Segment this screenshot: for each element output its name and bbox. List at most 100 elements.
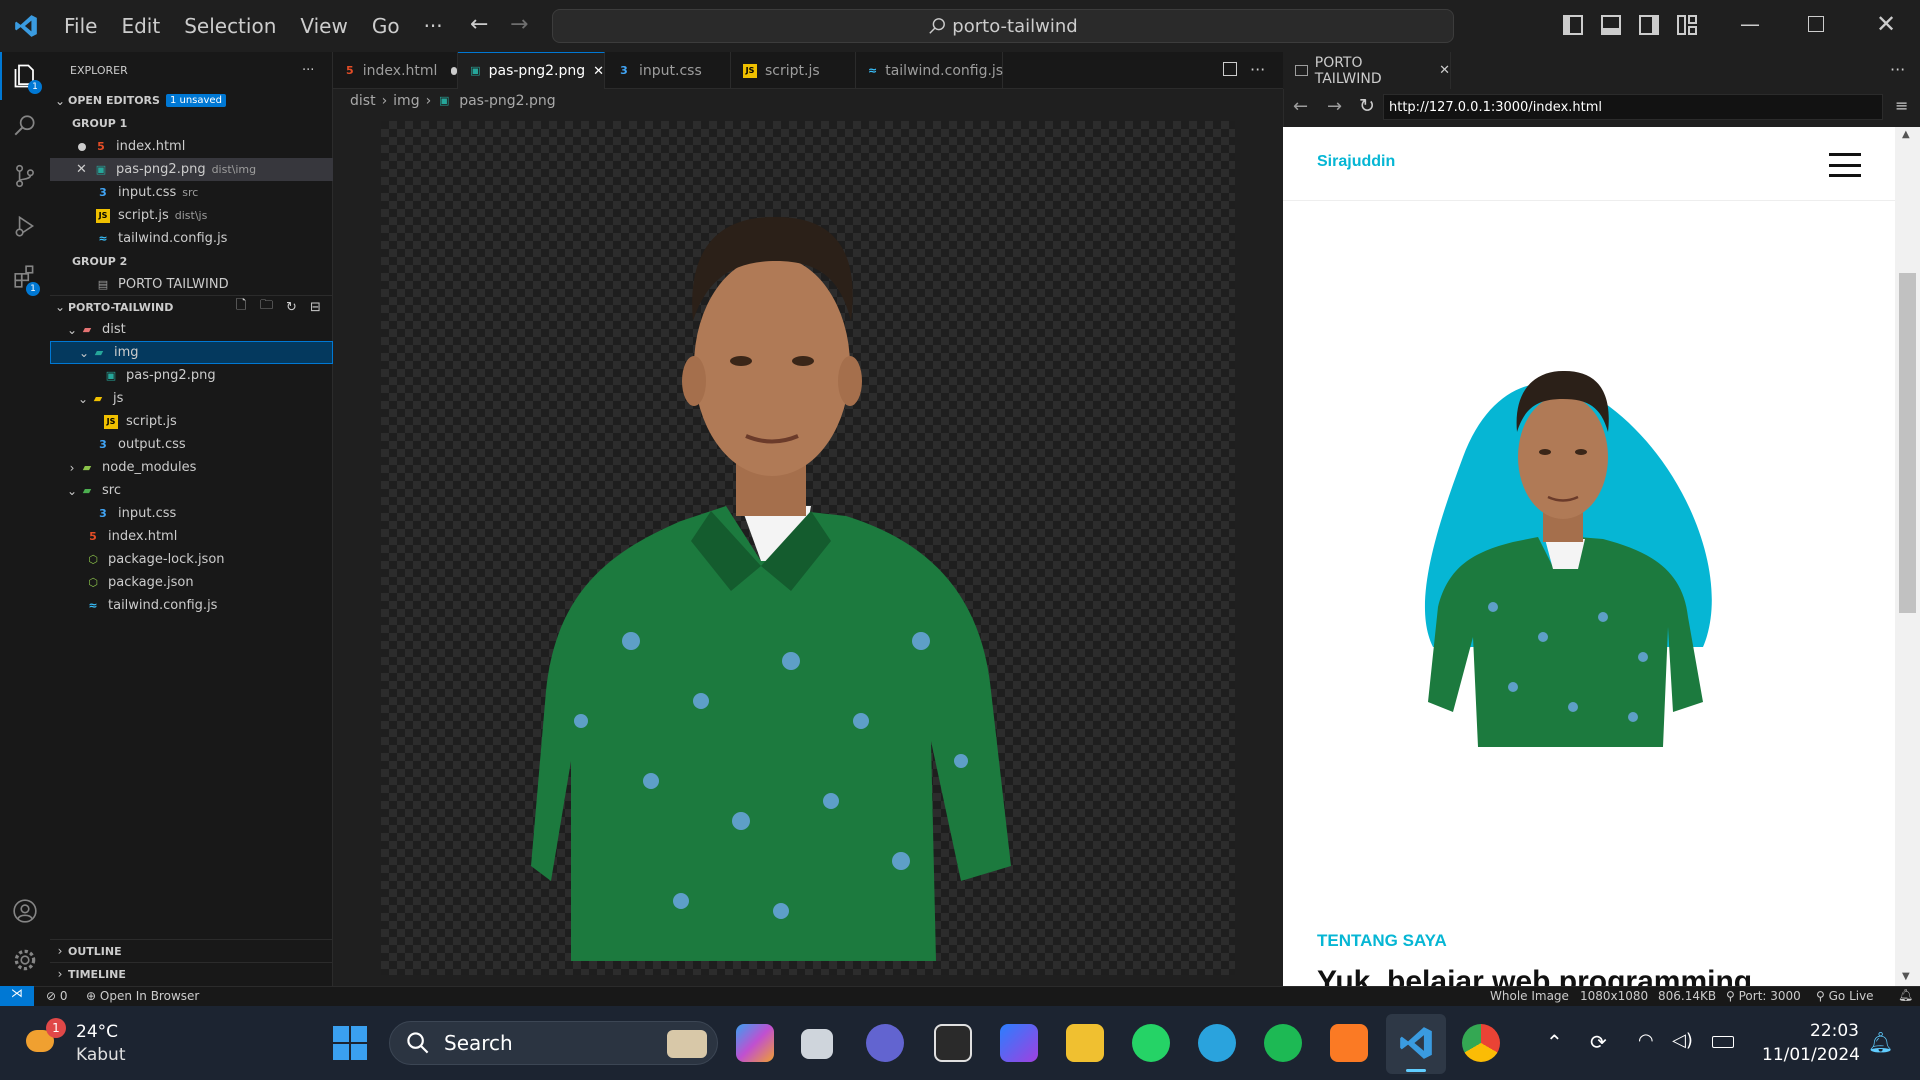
tree-img[interactable]: ⌄ ▰ img: [50, 341, 333, 364]
battery-icon[interactable]: [1712, 1036, 1734, 1048]
file-explorer-icon[interactable]: [1066, 1024, 1104, 1062]
explorer-icon[interactable]: 1: [0, 52, 50, 100]
live-server-port[interactable]: ⚲ Port: 3000: [1726, 989, 1801, 1003]
customize-layout-icon[interactable]: [1677, 15, 1697, 35]
tree-src[interactable]: ⌄ ▰ src: [50, 479, 333, 502]
sync-icon[interactable]: ⟳: [1590, 1030, 1607, 1054]
run-debug-icon[interactable]: [0, 202, 50, 250]
split-editor-icon[interactable]: [1223, 62, 1237, 76]
remote-icon[interactable]: ⋊: [0, 986, 34, 1007]
open-editor-index-html[interactable]: 5 index.html: [50, 135, 333, 158]
tray-overflow-icon[interactable]: ⌃: [1546, 1030, 1563, 1054]
tab-index-html[interactable]: 5 index.html: [333, 52, 458, 89]
open-editor-pas-png2[interactable]: ✕ ▣ pas-png2.png dist\img: [50, 158, 333, 181]
tab-script-js[interactable]: JS script.js: [731, 52, 856, 89]
tree-dist[interactable]: ⌄ ▰ dist: [50, 318, 333, 341]
wifi-icon[interactable]: ◠: [1638, 1030, 1654, 1051]
scroll-thumb[interactable]: [1899, 273, 1916, 613]
tree-pas-png2[interactable]: ▣ pas-png2.png: [50, 364, 333, 387]
search-view-icon[interactable]: [0, 102, 50, 150]
taskbar-search[interactable]: Search: [389, 1021, 718, 1065]
minimize-button[interactable]: —: [1740, 12, 1760, 36]
tab-pas-png2[interactable]: ▣ pas-png2.png ✕: [458, 52, 605, 89]
preview-back-icon[interactable]: ←: [1293, 96, 1308, 117]
clock-time[interactable]: 22:03: [1810, 1021, 1859, 1041]
explorer-more-icon[interactable]: ···: [302, 63, 314, 78]
extensions-icon[interactable]: 1: [0, 252, 50, 300]
tab-input-css[interactable]: 3 input.css: [605, 52, 731, 89]
open-editor-script-js[interactable]: JS script.js dist\js: [50, 204, 333, 227]
tree-js[interactable]: ⌄ ▰ js: [50, 387, 333, 410]
menu-edit[interactable]: Edit: [109, 0, 172, 52]
tree-output-css[interactable]: 3 output.css: [50, 433, 333, 456]
accounts-icon[interactable]: [0, 887, 50, 935]
chrome-icon[interactable]: [1462, 1024, 1500, 1062]
preview-forward-icon[interactable]: →: [1327, 96, 1342, 117]
copilot-icon[interactable]: [736, 1024, 774, 1062]
back-arrow-icon[interactable]: ←: [470, 12, 488, 37]
notification-bell-icon[interactable]: 🔔︎: [1868, 1030, 1893, 1054]
menu-file[interactable]: File: [52, 0, 109, 52]
tree-package-lock[interactable]: ⬡ package-lock.json: [50, 548, 333, 571]
breadcrumb-img[interactable]: img: [393, 93, 419, 109]
tab-tailwind-config[interactable]: ≈ tailwind.config.js: [856, 52, 1003, 89]
timeline-header[interactable]: › TIMELINE: [50, 962, 333, 985]
teams-icon[interactable]: [866, 1024, 904, 1062]
close-tab-icon[interactable]: ✕: [593, 64, 604, 79]
close-window-button[interactable]: ✕: [1876, 10, 1896, 38]
outline-header[interactable]: › OUTLINE: [50, 939, 333, 962]
unity-icon[interactable]: [934, 1024, 972, 1062]
menu-more[interactable]: ···: [412, 0, 455, 52]
brand-link[interactable]: Sirajuddin: [1317, 153, 1395, 171]
tree-index-html[interactable]: 5 index.html: [50, 525, 333, 548]
task-view-icon[interactable]: [801, 1029, 833, 1059]
vscode-taskbar-button[interactable]: [1386, 1014, 1446, 1074]
open-editor-porto-tailwind[interactable]: ▤ PORTO TAILWIND: [50, 273, 333, 296]
menu-selection[interactable]: Selection: [172, 0, 288, 52]
open-editor-input-css[interactable]: 3 input.css src: [50, 181, 333, 204]
new-file-icon[interactable]: 🗋: [236, 296, 246, 318]
spotify-icon[interactable]: [1264, 1024, 1302, 1062]
restore-button[interactable]: [1808, 16, 1824, 32]
tree-package-json[interactable]: ⬡ package.json: [50, 571, 333, 594]
collapse-all-icon[interactable]: ⊟: [310, 300, 321, 315]
settings-gear-icon[interactable]: [0, 936, 50, 984]
toggle-panel-icon[interactable]: [1601, 15, 1621, 35]
tree-node-modules[interactable]: › ▰ node_modules: [50, 456, 333, 479]
go-live-button[interactable]: ⚲ Go Live: [1816, 989, 1874, 1003]
tree-input-css[interactable]: 3 input.css: [50, 502, 333, 525]
start-button[interactable]: [333, 1026, 367, 1060]
forward-arrow-icon[interactable]: →: [510, 12, 528, 37]
command-center[interactable]: porto-tailwind: [552, 9, 1454, 43]
hamburger-menu-icon[interactable]: [1829, 153, 1861, 177]
open-editor-tailwind-config[interactable]: ≈ tailwind.config.js: [50, 227, 333, 250]
preview-menu-icon[interactable]: ≡: [1895, 96, 1908, 115]
tree-script-js[interactable]: JS script.js: [50, 410, 333, 433]
whatsapp-icon[interactable]: [1132, 1024, 1170, 1062]
preview-scrollbar[interactable]: ▲ ▼: [1895, 127, 1920, 986]
preview-url-input[interactable]: http://127.0.0.1:3000/index.html: [1383, 94, 1883, 120]
volume-icon[interactable]: ◁): [1672, 1030, 1693, 1051]
preview-more-icon[interactable]: ···: [1890, 60, 1905, 79]
whole-image-status[interactable]: Whole Image: [1490, 989, 1569, 1003]
menu-view[interactable]: View: [288, 0, 359, 52]
open-editors-header[interactable]: ⌄ OPEN EDITORS 1 unsaved: [50, 89, 333, 112]
tree-tailwind-config[interactable]: ≈ tailwind.config.js: [50, 594, 333, 617]
close-icon[interactable]: ✕: [76, 162, 88, 177]
menu-go[interactable]: Go: [360, 0, 412, 52]
breadcrumb-dist[interactable]: dist: [350, 93, 376, 109]
preview-reload-icon[interactable]: ↻: [1359, 95, 1375, 117]
weather-widget[interactable]: 1 24°C Kabut: [22, 1018, 142, 1068]
source-control-icon[interactable]: [0, 152, 50, 200]
modified-dot-icon[interactable]: [451, 66, 457, 75]
toggle-sidebar-icon[interactable]: [1563, 15, 1583, 35]
refresh-icon[interactable]: ↻: [286, 300, 297, 315]
editor-more-icon[interactable]: ···: [1250, 60, 1265, 79]
close-preview-icon[interactable]: ✕: [1439, 63, 1450, 78]
bing-icon[interactable]: [1000, 1024, 1038, 1062]
xampp-icon[interactable]: [1330, 1024, 1368, 1062]
toggle-secondary-sidebar-icon[interactable]: [1639, 15, 1659, 35]
image-preview-canvas[interactable]: [381, 121, 1235, 975]
breadcrumb-file[interactable]: pas-png2.png: [459, 93, 555, 109]
new-folder-icon[interactable]: 🗀: [260, 296, 273, 318]
